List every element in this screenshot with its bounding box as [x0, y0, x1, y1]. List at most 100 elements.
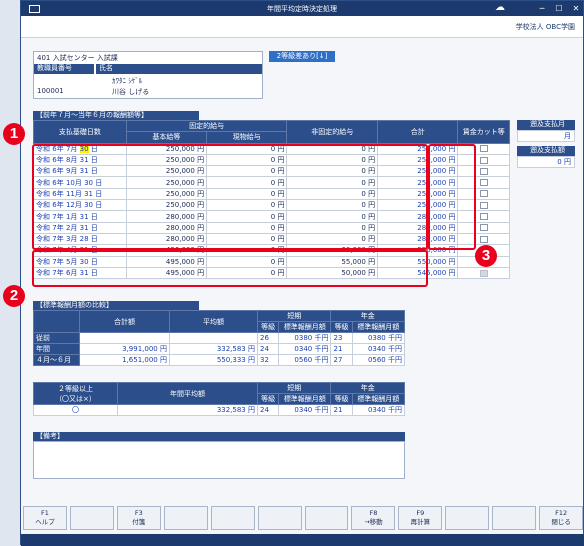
- compare-sgrade: 26: [256, 332, 280, 344]
- fkey-5[interactable]: [210, 506, 255, 530]
- retro-amount[interactable]: 0 円: [517, 156, 575, 168]
- memo-title: 【備考】: [33, 432, 405, 441]
- grade-h-sgrade: 等級: [256, 393, 280, 405]
- fkey-7[interactable]: [304, 506, 349, 530]
- name-kana: ｶﾜﾀﾆ ｼｹﾞﾙ: [112, 77, 143, 85]
- grade-h-pension: 年金: [330, 382, 405, 394]
- compare-h-pension: 年金: [330, 310, 405, 322]
- k-unit: 千円: [314, 334, 329, 342]
- fkey-4[interactable]: [163, 506, 208, 530]
- col-fixed: 固定的給与: [125, 119, 288, 133]
- close-button[interactable]: ✕: [568, 1, 584, 16]
- compare-row-label: ４月～６月: [33, 354, 80, 366]
- fkey-10[interactable]: [445, 506, 490, 530]
- highlight-box-3: [428, 144, 476, 250]
- minimize-button[interactable]: ─: [534, 1, 550, 16]
- compare-sstd-value: 0340: [294, 345, 313, 353]
- yen-unit: 円: [248, 356, 255, 364]
- badge-3: 3: [475, 245, 497, 267]
- k-unit: 千円: [388, 356, 402, 364]
- cut-checkbox[interactable]: [479, 224, 488, 232]
- grade-sgrade: 24: [256, 404, 280, 416]
- compare-total: 1,651,000 円: [79, 354, 170, 366]
- grade-pgrade: 21: [330, 404, 353, 416]
- cut-checkbox[interactable]: [479, 213, 488, 221]
- fkey-11[interactable]: [492, 506, 537, 530]
- grade-pstd-unit: 千円: [388, 406, 402, 414]
- cut-checkbox[interactable]: [479, 179, 488, 187]
- grade-avg: 332,583 円: [117, 404, 258, 416]
- compare-h-short: 短期: [256, 310, 332, 322]
- cut-checkbox[interactable]: [479, 167, 488, 175]
- center-code: 401 入試センター 入試課: [37, 54, 118, 62]
- compare-sgrade: 24: [256, 343, 280, 355]
- grade-avg-value: 332,583: [216, 406, 246, 414]
- compare-pgrade: 27: [330, 354, 353, 366]
- highlight-box-1: [32, 144, 428, 250]
- fkey-code: F3: [134, 509, 143, 517]
- compare-row: ４月～６月 1,651,000 円 550,333 円 32 0560 千円 2…: [33, 354, 406, 366]
- fkey-8[interactable]: F8 →移動: [351, 506, 396, 530]
- cut-checkbox[interactable]: [479, 190, 488, 198]
- k-unit: 千円: [314, 345, 329, 353]
- compare-total-value: 1,651,000: [122, 356, 158, 364]
- fkey-9[interactable]: F9 再計算: [398, 506, 443, 530]
- col-nonfixed: 非固定的給与: [286, 120, 379, 144]
- yen-unit: 円: [248, 345, 255, 353]
- compare-avg: [169, 332, 258, 344]
- compare-row-label: 年間: [33, 343, 80, 355]
- fkey-12[interactable]: F12 閉じる: [539, 506, 584, 530]
- retro-month[interactable]: 月: [517, 130, 575, 142]
- grade-h-avg: 年間平均額: [117, 382, 258, 405]
- compare-sstd: 0340 千円: [278, 343, 332, 355]
- cut-checkbox[interactable]: [479, 156, 488, 164]
- cut-checkbox[interactable]: [479, 201, 488, 209]
- k-unit: 千円: [388, 334, 402, 342]
- cut-checkbox[interactable]: [479, 235, 488, 243]
- compare-title: 【標準報酬月額の比較】: [33, 301, 199, 310]
- compare-sstd: 0560 千円: [278, 354, 332, 366]
- compare-sgrade: 32: [256, 354, 280, 366]
- compare-pgrade: 23: [330, 332, 353, 344]
- col-basic: 基本給等: [125, 131, 208, 144]
- compare-h-sstd: 標準報酬月額: [278, 321, 332, 333]
- grade-h1: ２等級以上: [58, 384, 93, 393]
- col-total: 合計: [377, 120, 459, 144]
- compare-pstd: 0560 千円: [351, 354, 406, 366]
- compare-sstd-value: 0560: [294, 356, 313, 364]
- staff-no-label: 教職員番号: [34, 64, 94, 74]
- grade-mark[interactable]: 〇: [33, 404, 118, 416]
- fkey-3[interactable]: F3 付箋: [116, 506, 161, 530]
- compare-pstd-value: 0380: [367, 334, 386, 342]
- compare-sstd: 0380 千円: [278, 332, 332, 344]
- grade-wrap: ２等級以上 （〇又は×） 年間平均額 短期 年金 等級 標準報酬月額 等級 標準報…: [33, 382, 406, 416]
- compare-table: 合計額 平均額 短期 年金 等級 標準報酬月額 等級 標準報酬月額 従前 26 …: [33, 310, 406, 366]
- yen-unit: 円: [160, 345, 167, 353]
- compare-h-pstd: 標準報酬月額: [351, 321, 406, 333]
- compare-pstd-value: 0340: [367, 345, 386, 353]
- fkey-label: 再計算: [410, 518, 431, 526]
- maximize-button[interactable]: ☐: [551, 1, 567, 16]
- grade-h-pgrade: 等級: [330, 393, 353, 405]
- compare-avg: 550,333 円: [169, 354, 258, 366]
- function-key-bar: F1 ヘルプ F3 付箋 F8 →移動 F9 再計算 F12 閉じる: [21, 506, 584, 534]
- compare-sstd-value: 0380: [294, 334, 313, 342]
- name-label: 氏名: [96, 64, 262, 74]
- remuneration-title: 【前年７月～当年６月の報酬額等】: [33, 111, 199, 120]
- yen-unit: 円: [448, 257, 456, 266]
- compare-h-pgrade: 等級: [330, 321, 353, 333]
- compare-pstd: 0340 千円: [351, 343, 406, 355]
- memo-field[interactable]: [33, 441, 405, 479]
- logo-icon: ☁: [495, 2, 505, 13]
- compare-total-value: 3,991,000: [122, 345, 158, 353]
- fkey-code: F8: [369, 509, 378, 517]
- grade-diff-button[interactable]: 2等級差あり[↓]: [269, 51, 335, 62]
- fkey-1[interactable]: F1 ヘルプ: [23, 506, 67, 530]
- cut-checkbox[interactable]: [479, 145, 488, 153]
- fkey-2[interactable]: [69, 506, 114, 530]
- status-strip: [21, 534, 584, 546]
- fkey-6[interactable]: [257, 506, 302, 530]
- badge-2: 2: [3, 285, 25, 307]
- cut-cell: [457, 266, 510, 280]
- staff-no: 100001: [37, 87, 64, 95]
